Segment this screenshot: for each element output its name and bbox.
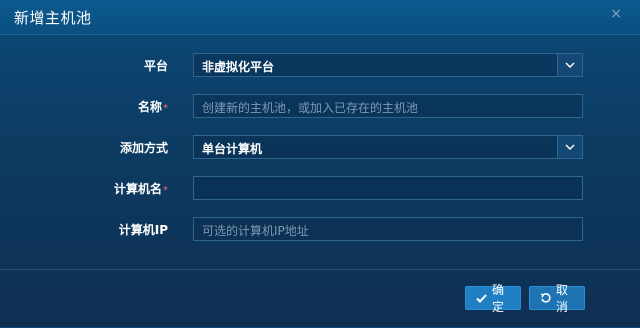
computer-name-input[interactable] <box>193 176 583 200</box>
confirm-button-label: 确定 <box>492 283 505 314</box>
platform-select[interactable]: 非虚拟化平台 <box>193 53 583 77</box>
chevron-down-icon[interactable] <box>557 136 582 158</box>
confirm-button[interactable]: 确定 <box>465 283 521 314</box>
name-label: 名称* <box>48 98 168 115</box>
computer-ip-input-placeholder: 可选的计算机IP地址 <box>202 224 309 238</box>
required-mark: * <box>163 185 168 196</box>
cancel-button-label: 取消 <box>556 283 569 314</box>
name-input-placeholder: 创建新的主机池，或加入已存在的主机池 <box>202 101 419 115</box>
chevron-down-icon[interactable] <box>557 54 582 76</box>
name-row: 名称* 创建新的主机池，或加入已存在的主机池 <box>0 94 640 118</box>
platform-row: 平台 非虚拟化平台 <box>0 53 640 77</box>
add-method-select-value: 单台计算机 <box>202 142 263 156</box>
computer-name-label: 计算机名* <box>48 180 168 197</box>
undo-icon <box>540 292 551 304</box>
new-host-pool-dialog: 新增主机池 × 平台 非虚拟化平台 名称* 创建新的主机池，或加入已存在的主机池… <box>0 0 640 327</box>
add-method-row: 添加方式 单台计算机 <box>0 135 640 159</box>
cancel-button[interactable]: 取消 <box>529 283 585 314</box>
add-method-select[interactable]: 单台计算机 <box>193 135 583 159</box>
computer-ip-input[interactable]: 可选的计算机IP地址 <box>193 217 583 241</box>
required-mark: * <box>163 103 168 114</box>
platform-select-value: 非虚拟化平台 <box>202 60 275 74</box>
dialog-footer: 确定 取消 <box>0 269 640 328</box>
name-label-text: 名称 <box>137 100 162 114</box>
dialog-title: 新增主机池 <box>14 9 92 27</box>
name-input[interactable]: 创建新的主机池，或加入已存在的主机池 <box>193 94 583 118</box>
computer-ip-row: 计算机IP 可选的计算机IP地址 <box>0 217 640 241</box>
computer-name-row: 计算机名* <box>0 176 640 200</box>
computer-ip-label: 计算机IP <box>118 223 168 237</box>
close-icon[interactable]: × <box>610 6 622 22</box>
platform-label: 平台 <box>143 59 168 73</box>
dialog-header: 新增主机池 × <box>0 0 640 35</box>
computer-name-label-text: 计算机名 <box>113 182 162 196</box>
add-method-label: 添加方式 <box>119 141 168 155</box>
dialog-body: 平台 非虚拟化平台 名称* 创建新的主机池，或加入已存在的主机池 添加方式 单台… <box>0 34 640 270</box>
check-icon <box>476 293 487 303</box>
